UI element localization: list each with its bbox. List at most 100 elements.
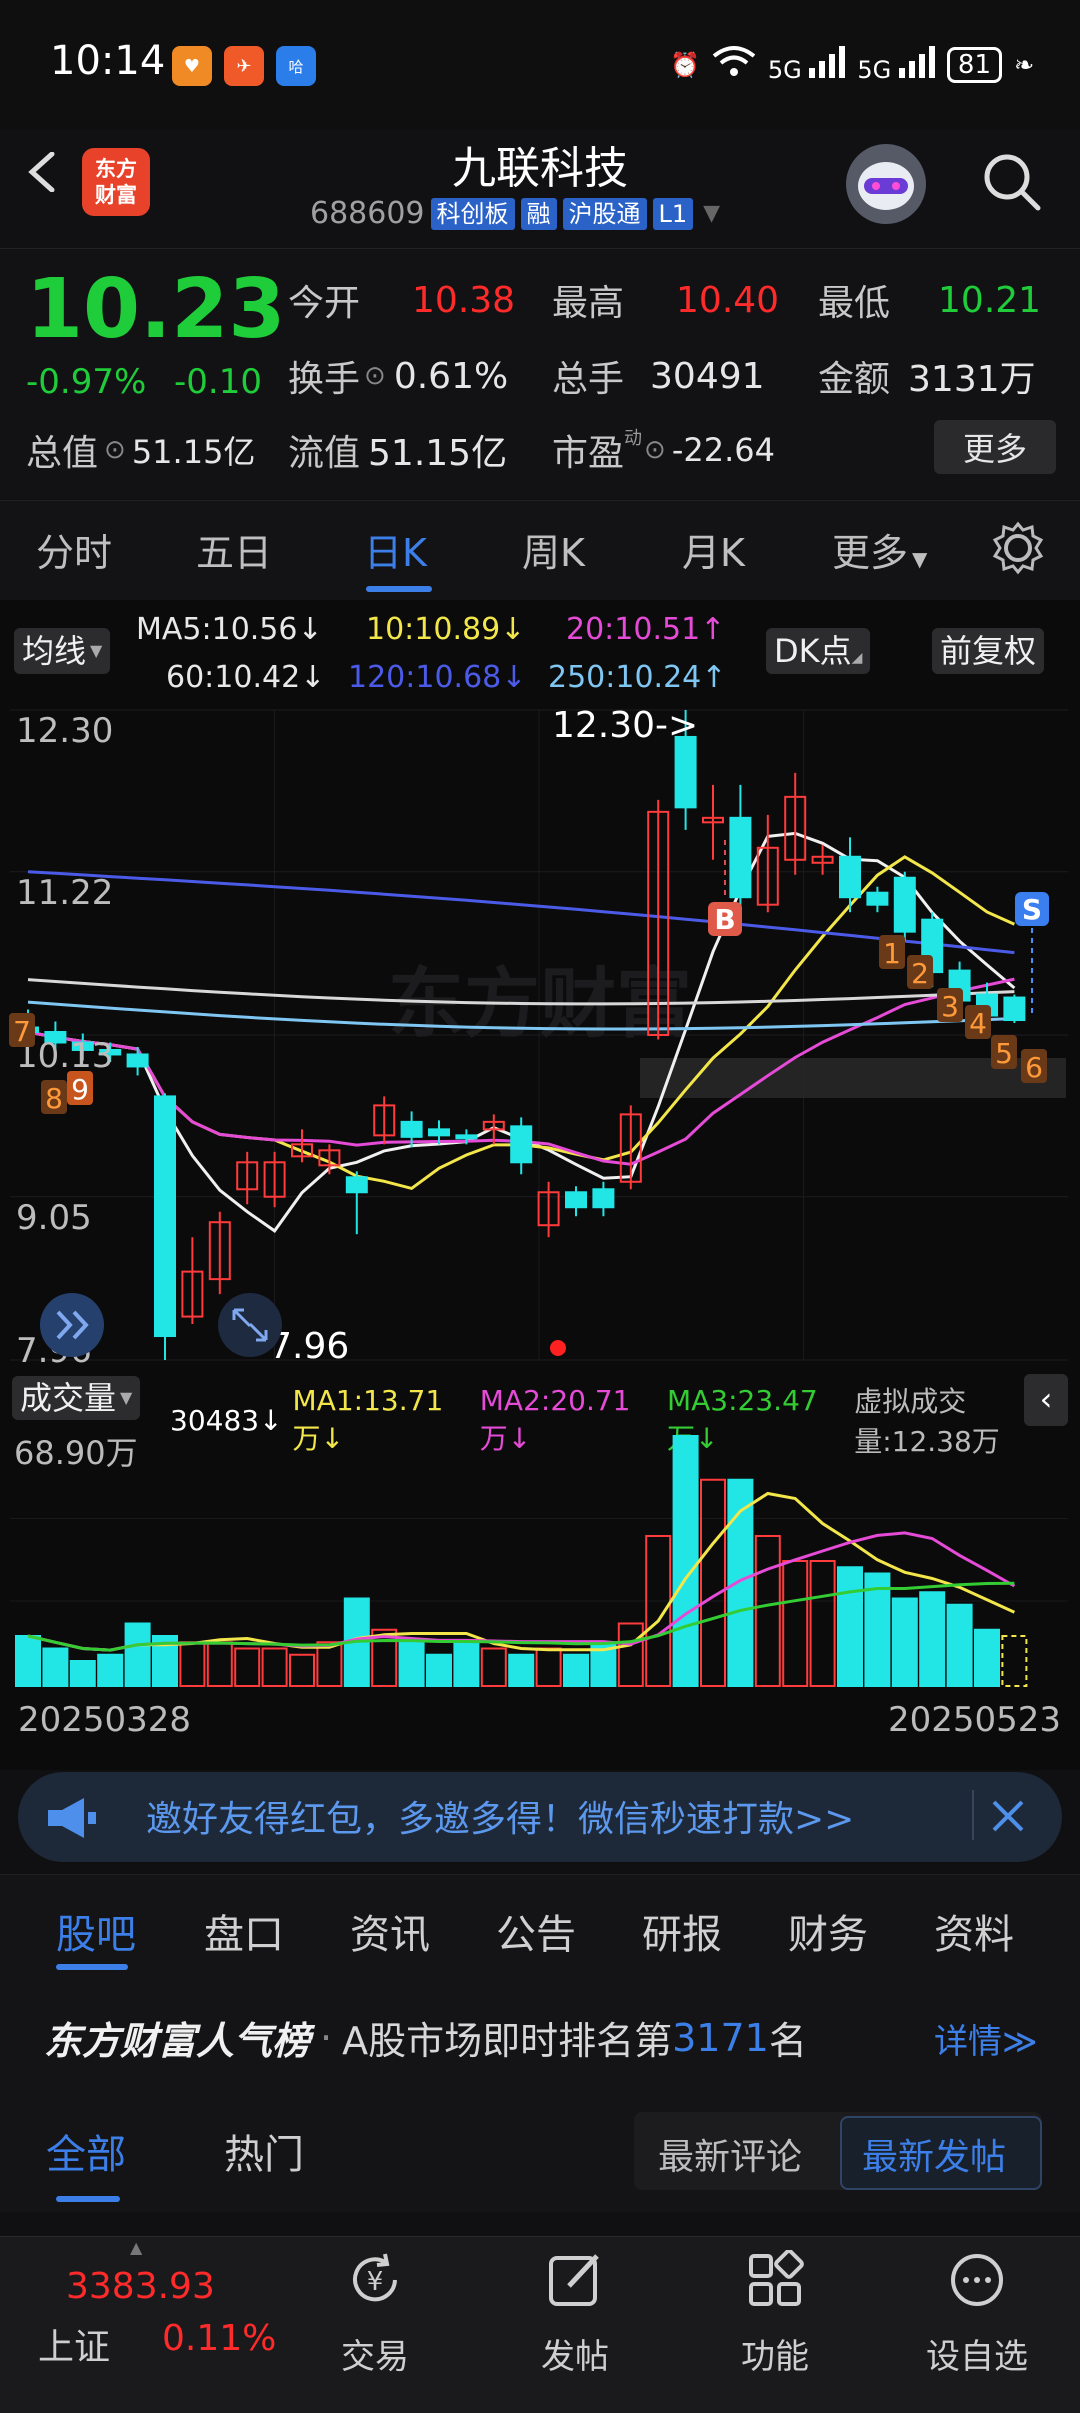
tab-finance[interactable]: 财务: [788, 1902, 868, 1960]
dk-point-label: DK点: [774, 632, 852, 670]
high-field: 最高 10.40: [552, 274, 779, 326]
total-value: 51.15亿: [131, 433, 256, 471]
candle-body: [674, 735, 697, 809]
volume-bar: [645, 1535, 672, 1687]
buy-signal: B: [714, 903, 735, 936]
kline-chart[interactable]: 东方财富 12.3011.2210.139.057.96 12.30-> <-7…: [0, 700, 1080, 1370]
rank-text: A股市场即时排名第: [342, 2019, 673, 2063]
info-icon[interactable]: ⊙: [104, 435, 126, 465]
event-dot[interactable]: [550, 1340, 566, 1356]
index-value[interactable]: 3383.93: [66, 2266, 215, 2307]
volume-bar: [672, 1435, 699, 1687]
nav-functions-label: 功能: [741, 2337, 809, 2377]
nav-functions[interactable]: 功能: [700, 2249, 850, 2378]
leaf-icon: ❧: [1014, 51, 1035, 79]
info-icon[interactable]: ⊙: [644, 435, 666, 465]
status-time: 10:14: [50, 38, 166, 84]
volume-bar: [206, 1641, 233, 1687]
search-icon[interactable]: [980, 150, 1044, 214]
volume-axis-max: 68.90万: [14, 1434, 138, 1472]
promo-divider: [972, 1790, 974, 1840]
candle-body: [729, 816, 752, 899]
info-icon[interactable]: ⊙: [364, 361, 386, 391]
sort-latest-post[interactable]: 最新发帖: [862, 2128, 1006, 2180]
candle-body: [126, 1053, 149, 1068]
dk-point-button[interactable]: DK点◢: [766, 628, 871, 674]
tab-more-label: 更多: [832, 531, 909, 575]
candle-body: [893, 876, 916, 933]
price-tick: 12.30: [16, 711, 113, 751]
marker-4: 4: [969, 1007, 987, 1040]
tab-monthly-k[interactable]: 月K: [682, 522, 745, 577]
marker-6: 6: [1025, 1051, 1043, 1084]
rank-number: 3171: [672, 2015, 769, 2060]
tab-more[interactable]: 更多 ▼: [832, 522, 927, 577]
volume-field: 总手 30491: [552, 350, 765, 402]
settings-gear-icon[interactable]: [990, 520, 1046, 576]
nav-post[interactable]: 发帖: [500, 2250, 650, 2378]
megaphone-icon: [48, 1798, 96, 1838]
volume-bar: [97, 1653, 124, 1687]
system-icons: ⏰ 5G 5G 81 ❧: [670, 44, 1034, 86]
candle-body: [866, 891, 889, 906]
caret-down-icon: ▼: [90, 641, 103, 660]
promo-text[interactable]: 邀好友得红包，多邀多得！微信秒速打款>>: [146, 1790, 854, 1842]
marker-5: 5: [995, 1037, 1013, 1070]
collapse-left-icon[interactable]: ‹: [1024, 1374, 1068, 1426]
subtab-indicator: [56, 2196, 120, 2202]
ma-selector[interactable]: 均线 ▼: [14, 628, 111, 674]
float-value: 51.15亿: [368, 433, 508, 474]
tab-research[interactable]: 研报: [642, 1902, 722, 1960]
tab-weekly-k[interactable]: 周K: [522, 522, 585, 577]
fullscreen-icon[interactable]: [218, 1293, 282, 1357]
index-change[interactable]: 0.11%: [162, 2318, 276, 2359]
volume-chart[interactable]: 68.90万: [0, 1430, 1080, 1700]
tab-pankou[interactable]: 盘口: [204, 1902, 284, 1960]
tab-profile[interactable]: 资料: [934, 1902, 1014, 1960]
expand-left-icon[interactable]: [40, 1293, 104, 1357]
date-end: 20250523: [888, 1700, 1062, 1740]
rank-suffix: 名: [768, 2019, 807, 2063]
tab-all[interactable]: 全部: [46, 2122, 126, 2180]
tab-daily-k[interactable]: 日K: [364, 522, 427, 577]
assistant-robot-icon[interactable]: [846, 144, 926, 224]
marker-7: 7: [13, 1015, 31, 1048]
tab-announcement[interactable]: 公告: [496, 1902, 576, 1960]
tab-hot[interactable]: 热门: [224, 2122, 304, 2180]
more-quote-button[interactable]: 更多: [934, 420, 1056, 474]
volume-selector[interactable]: 成交量 ▼: [12, 1376, 141, 1420]
notification-icons: ♥ ✈ 哈: [172, 46, 316, 86]
volume-bar: [234, 1647, 261, 1687]
caret-up-icon[interactable]: ▲: [130, 2238, 142, 2257]
tab-news[interactable]: 资讯: [350, 1902, 430, 1960]
signal-icon: 5G: [768, 46, 846, 84]
tab-five-day[interactable]: 五日: [196, 522, 272, 577]
close-icon[interactable]: [990, 1798, 1026, 1834]
volume-bar: [617, 1622, 644, 1687]
amount-label: 金额: [818, 359, 891, 400]
tag-margin: 融: [520, 197, 557, 230]
tag-connect: 沪股通: [562, 197, 647, 230]
active-tab-indicator: [56, 1964, 128, 1970]
tag-star-market: 科创板: [430, 197, 515, 230]
pe-field: 市盈 动 ⊙ -22.64: [552, 424, 775, 476]
stock-code-line[interactable]: 688609 科创板 融 沪股通 L1 ▼: [310, 196, 720, 231]
sort-latest-comment[interactable]: 最新评论: [658, 2128, 802, 2180]
volume-bar: [535, 1647, 562, 1687]
candle-body: [455, 1134, 478, 1140]
low-value: 10.21: [938, 279, 1042, 321]
tab-intraday[interactable]: 分时: [36, 522, 112, 577]
nav-watchlist[interactable]: 设自选: [902, 2250, 1052, 2378]
volume-bar: [42, 1647, 69, 1687]
sell-signal: S: [1022, 893, 1042, 926]
tab-guba[interactable]: 股吧: [56, 1902, 136, 1960]
float-value-field: 流值 51.15亿: [288, 424, 507, 476]
rank-detail-link[interactable]: 详情≫: [934, 2014, 1038, 2063]
volume-bar: [891, 1597, 918, 1687]
adjust-button[interactable]: 前复权: [932, 628, 1045, 674]
nav-trade[interactable]: ¥ 交易: [300, 2250, 450, 2378]
low-label: 最低: [818, 283, 891, 324]
candle-body: [565, 1191, 587, 1209]
index-name[interactable]: 上证: [38, 2318, 110, 2370]
open-field: 今开 10.38: [288, 274, 515, 326]
